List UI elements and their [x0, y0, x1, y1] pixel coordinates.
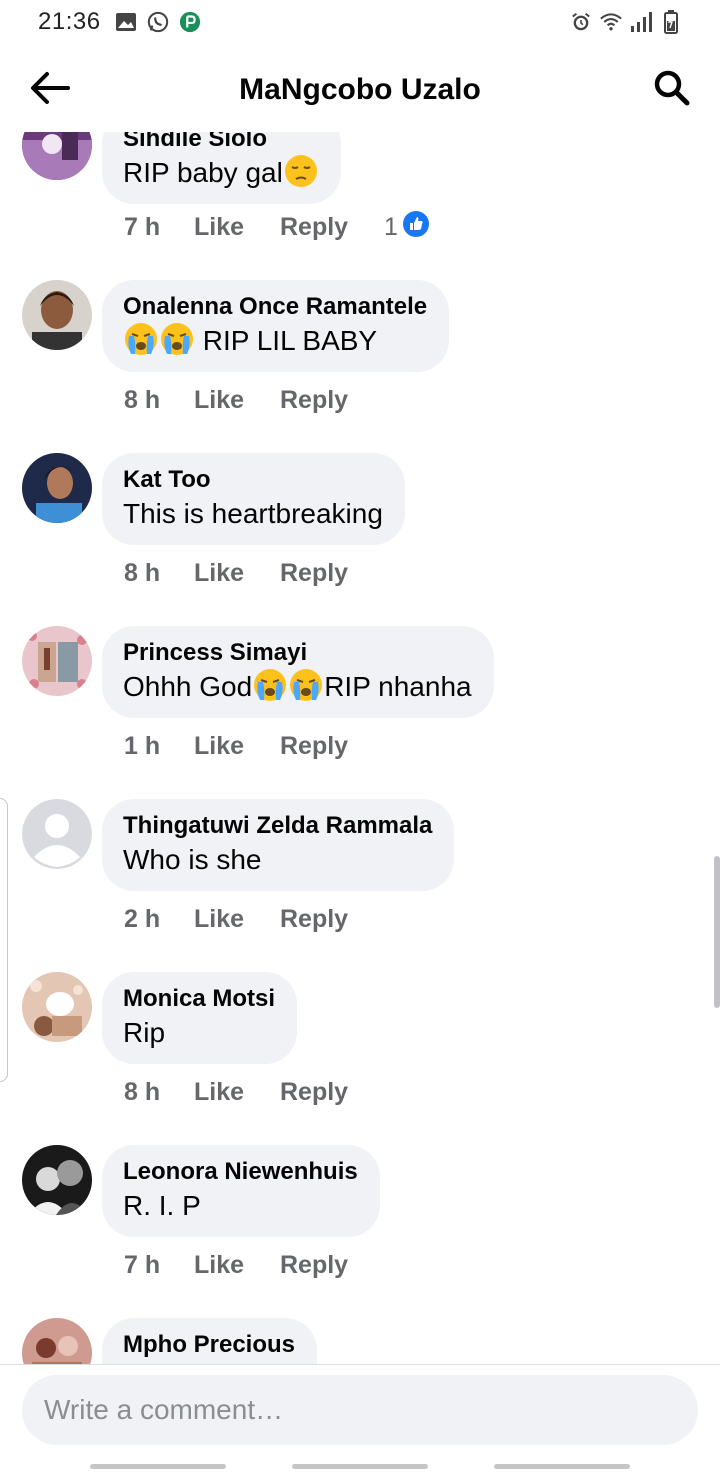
- back-arrow-icon: [30, 71, 70, 110]
- like-button[interactable]: Like: [194, 905, 280, 934]
- thumbs-up-icon: [402, 210, 430, 245]
- comment-author[interactable]: Thingatuwi Zelda Rammala: [123, 811, 432, 841]
- comment-time: 8 h: [124, 559, 161, 587]
- nav-back-button[interactable]: [494, 1463, 630, 1469]
- status-bar: 21:36: [0, 0, 720, 44]
- comment-bubble[interactable]: Sihdile Siolo RIP baby gal: [102, 132, 341, 204]
- comment-time: 7 h: [124, 1251, 161, 1279]
- comment-input[interactable]: [22, 1375, 698, 1445]
- nav-home-button[interactable]: [292, 1463, 428, 1469]
- search-icon: [653, 69, 691, 112]
- comment-time: 2 h: [124, 905, 161, 933]
- avatar[interactable]: [22, 132, 92, 180]
- avatar[interactable]: [22, 1318, 92, 1364]
- system-nav-bar: [0, 1452, 720, 1480]
- comment-bubble[interactable]: Monica Motsi Rip: [102, 972, 298, 1064]
- whatsapp-icon: [147, 11, 169, 33]
- app-badge-icon: [179, 11, 201, 33]
- avatar[interactable]: [22, 1145, 92, 1215]
- comment-text: This is heartbreaking: [123, 498, 383, 529]
- comment-actions: 8 h Like Reply: [124, 559, 384, 588]
- avatar[interactable]: [22, 453, 92, 523]
- scrollbar-thumb[interactable]: [714, 856, 720, 1008]
- like-button[interactable]: Like: [194, 213, 280, 242]
- reply-button[interactable]: Reply: [280, 213, 384, 242]
- like-button[interactable]: Like: [194, 732, 280, 761]
- comment-bubble[interactable]: Leonora Niewenhuis R. I. P: [102, 1145, 380, 1237]
- comment-time: 8 h: [124, 386, 161, 414]
- comment-actions: 1 h Like Reply: [124, 732, 384, 761]
- comment-time: 1 h: [124, 732, 161, 760]
- signal-icon: [630, 11, 652, 33]
- avatar[interactable]: [22, 626, 92, 696]
- search-button[interactable]: [650, 68, 694, 112]
- crying-face-icon: [253, 668, 287, 702]
- status-time: 21:36: [38, 8, 101, 35]
- wifi-icon: [600, 11, 622, 33]
- like-button[interactable]: Like: [194, 386, 280, 415]
- battery-icon: [660, 10, 682, 34]
- nav-recents-button[interactable]: [90, 1463, 226, 1469]
- reply-button[interactable]: Reply: [280, 1251, 384, 1280]
- crying-face-icon: [289, 668, 323, 702]
- comment-bubble[interactable]: Princess Simayi Ohhh God RIP nhanha: [102, 626, 494, 718]
- alarm-icon: [570, 11, 592, 33]
- comment-text: Rip: [123, 1017, 166, 1048]
- comment-text: RIP baby gal: [123, 154, 319, 192]
- comments-list[interactable]: Sihdile Siolo RIP baby gal 7 h Like Repl…: [0, 132, 720, 1364]
- comment-text: Who is she: [123, 844, 262, 875]
- comment-author[interactable]: Onalenna Once Ramantele: [123, 292, 427, 322]
- comment-actions: 7 h Like Reply: [124, 1251, 384, 1280]
- comment-author[interactable]: Leonora Niewenhuis: [123, 1157, 358, 1187]
- comment-author[interactable]: Princess Simayi: [123, 638, 472, 668]
- crying-face-icon: [124, 322, 158, 356]
- reply-button[interactable]: Reply: [280, 386, 384, 415]
- page-title: MaNgcobo Uzalo: [239, 73, 481, 106]
- comment-actions: 8 h Like Reply: [124, 1078, 384, 1107]
- like-button[interactable]: Like: [194, 559, 280, 588]
- edge-panel-handle[interactable]: [0, 798, 8, 1082]
- comment-text: RIP LIL BABY: [123, 322, 427, 360]
- reply-button[interactable]: Reply: [280, 559, 384, 588]
- reply-button[interactable]: Reply: [280, 1078, 384, 1107]
- comment-actions: 2 h Like Reply: [124, 905, 384, 934]
- back-button[interactable]: [28, 68, 72, 112]
- comment-author[interactable]: Kat Too: [123, 465, 383, 495]
- reply-button[interactable]: Reply: [280, 905, 384, 934]
- comment-author[interactable]: Sihdile Siolo: [123, 132, 319, 154]
- comment-text: R. I. P: [123, 1190, 201, 1221]
- comment-bubble[interactable]: Onalenna Once Ramantele RIP LIL BABY: [102, 280, 450, 372]
- avatar[interactable]: [22, 799, 92, 869]
- comment-author[interactable]: Mpho Precious: [123, 1330, 295, 1360]
- comment-text: Ohhh God RIP nhanha: [123, 668, 472, 706]
- app-header: MaNgcobo Uzalo: [0, 52, 720, 128]
- comment-bubble[interactable]: Thingatuwi Zelda Rammala Who is she: [102, 799, 455, 891]
- comment-bubble[interactable]: Mpho Precious: [102, 1318, 318, 1364]
- avatar[interactable]: [22, 280, 92, 350]
- comment-actions: 8 h Like Reply: [124, 386, 384, 415]
- comment-time: 8 h: [124, 1078, 161, 1106]
- comment-author[interactable]: Monica Motsi: [123, 984, 275, 1014]
- pensive-face-icon: [284, 154, 318, 188]
- crying-face-icon: [160, 322, 194, 356]
- comment-actions: 7 h Like Reply 1: [124, 210, 430, 245]
- avatar[interactable]: [22, 972, 92, 1042]
- reaction-count[interactable]: 1: [384, 210, 430, 245]
- comment-time: 7 h: [124, 213, 161, 241]
- like-button[interactable]: Like: [194, 1251, 280, 1280]
- gallery-icon: [115, 11, 137, 33]
- comment-bubble[interactable]: Kat Too This is heartbreaking: [102, 453, 405, 545]
- reply-button[interactable]: Reply: [280, 732, 384, 761]
- like-button[interactable]: Like: [194, 1078, 280, 1107]
